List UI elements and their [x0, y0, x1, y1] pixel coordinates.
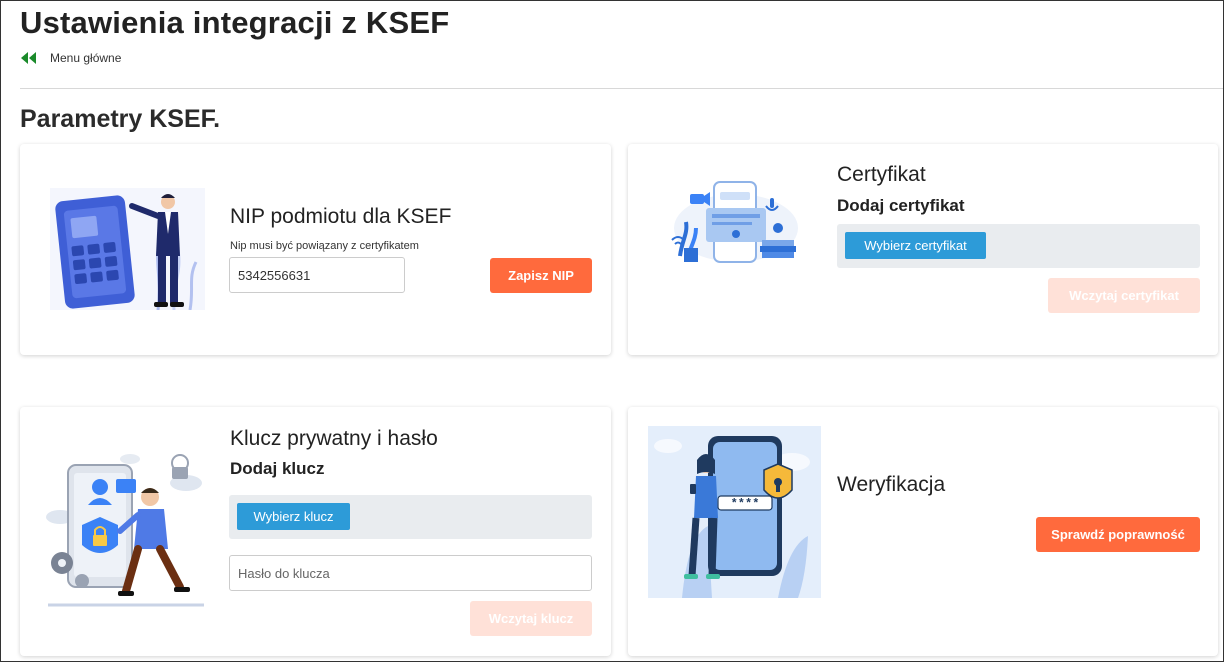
header-divider: [20, 88, 1223, 89]
nip-card-title: NIP podmiotu dla KSEF: [230, 205, 452, 228]
load-key-button[interactable]: Wczytaj klucz: [470, 601, 592, 636]
security-lock-person-illustration: [46, 454, 204, 607]
save-nip-button[interactable]: Zapisz NIP: [490, 258, 592, 293]
private-key-card: Klucz prywatny i hasło Dodaj klucz Wybie…: [20, 407, 611, 656]
verification-card-title: Weryfikacja: [837, 473, 946, 496]
certificate-card-subtitle: Dodaj certyfikat: [837, 196, 965, 215]
choose-key-button[interactable]: Wybierz klucz: [237, 503, 350, 530]
touchscreen-presenter-illustration: [50, 188, 205, 310]
phone-shield-password-illustration: ****: [648, 426, 821, 598]
phone-password-mask: ****: [731, 497, 760, 511]
private-key-card-title: Klucz prywatny i hasło: [230, 427, 438, 450]
back-to-main-menu-link[interactable]: Menu główne: [20, 51, 121, 65]
load-certificate-button[interactable]: Wczytaj certyfikat: [1048, 278, 1200, 313]
nip-input[interactable]: [229, 257, 405, 293]
verification-card: **** Weryfikacja Sprawdź poprawność: [628, 407, 1218, 656]
check-correctness-button[interactable]: Sprawdź poprawność: [1036, 517, 1200, 552]
page-title: Ustawienia integracji z KSEF: [20, 5, 450, 40]
nip-hint: Nip musi być powiązany z certyfikatem: [230, 240, 419, 252]
choose-certificate-button[interactable]: Wybierz certyfikat: [845, 232, 986, 259]
private-key-card-subtitle: Dodaj klucz: [230, 459, 325, 478]
double-chevron-left-icon: [21, 52, 36, 64]
back-link-label: Menu główne: [50, 51, 122, 65]
section-title: Parametry KSEF.: [20, 105, 221, 133]
certificate-card-title: Certyfikat: [837, 163, 926, 186]
phone-certificate-illustration: [671, 181, 798, 263]
key-password-input[interactable]: [229, 555, 592, 591]
certificate-card: Certyfikat Dodaj certyfikat Wybierz cert…: [628, 144, 1218, 355]
nip-card: NIP podmiotu dla KSEF Nip musi być powią…: [20, 144, 611, 355]
